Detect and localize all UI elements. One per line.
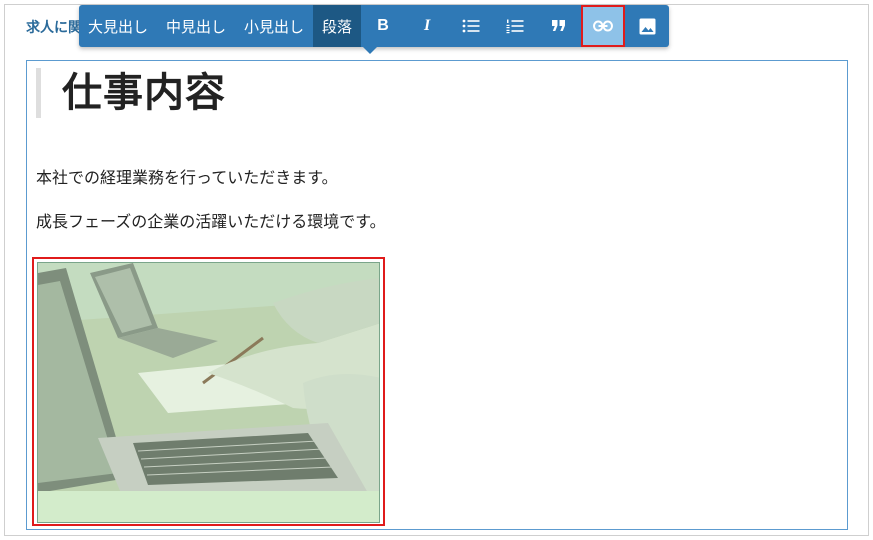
formatting-toolbar: 大見出し 中見出し 小見出し 段落 B I <box>79 5 670 54</box>
heading-medium-button[interactable]: 中見出し <box>157 5 235 47</box>
bullet-list-button[interactable] <box>449 5 493 47</box>
selected-image-outline[interactable] <box>32 257 385 526</box>
office-laptop-photo[interactable] <box>37 262 380 523</box>
heading-block[interactable]: 仕事内容 <box>36 68 226 118</box>
image-button[interactable] <box>625 5 669 47</box>
link-button[interactable] <box>581 5 626 47</box>
bullet-list-icon <box>462 19 480 33</box>
heading-small-button[interactable]: 小見出し <box>235 5 313 47</box>
paragraph-1[interactable]: 本社での経理業務を行っていただきます。 <box>36 164 338 188</box>
quote-button[interactable] <box>537 5 581 47</box>
numbered-list-button[interactable] <box>493 5 537 47</box>
heading-large-button[interactable]: 大見出し <box>79 5 157 47</box>
heading-text[interactable]: 仕事内容 <box>62 73 226 113</box>
bold-button[interactable]: B <box>361 5 405 47</box>
numbered-list-icon <box>506 19 524 34</box>
section-label: 求人に関 <box>26 20 82 36</box>
bold-icon: B <box>377 17 389 34</box>
italic-icon: I <box>423 17 431 34</box>
quote-icon <box>552 20 566 31</box>
image-icon <box>639 18 656 34</box>
paragraph-2[interactable]: 成長フェーズの企業の活躍いただける環境です。 <box>36 208 386 232</box>
link-icon <box>593 20 614 32</box>
paragraph-button[interactable]: 段落 <box>313 5 362 47</box>
italic-button[interactable]: I <box>405 5 449 47</box>
editor-area[interactable]: 仕事内容 本社での経理業務を行っていただきます。 成長フェーズの企業の活躍いただ… <box>26 60 848 530</box>
